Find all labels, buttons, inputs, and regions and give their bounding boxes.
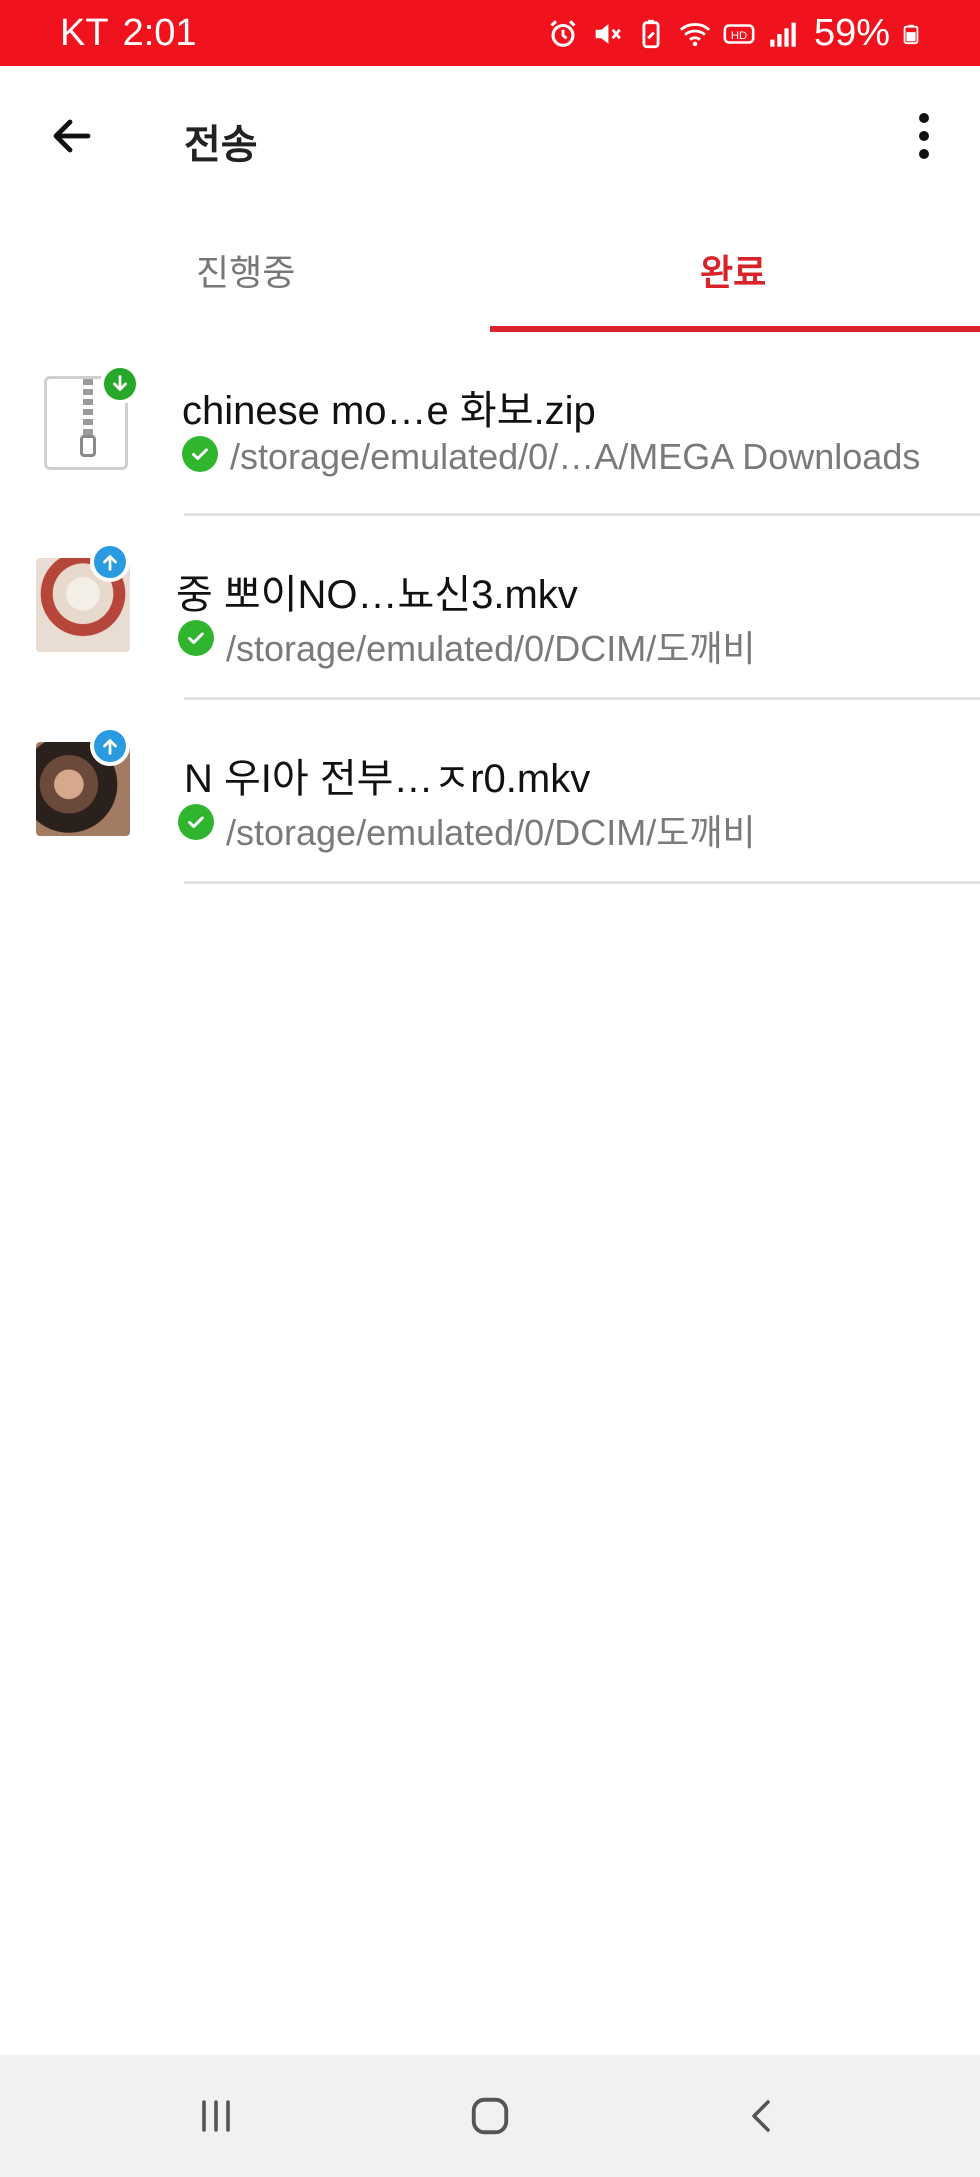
more-options-button[interactable] <box>904 106 944 166</box>
home-button[interactable] <box>450 2081 530 2151</box>
transfer-item[interactable]: 중 뽀이NO…뇨신3.mkv /storage/emulated/0/DCIM/… <box>0 516 980 700</box>
system-nav-bar <box>0 2055 980 2177</box>
home-icon <box>471 2097 509 2135</box>
status-icons: HD 59% <box>546 12 922 55</box>
clock: 2:01 <box>122 12 197 54</box>
file-name: N 우I아 전부…ㅈr0.mkv <box>184 757 591 801</box>
back-icon <box>752 2100 770 2132</box>
recent-apps-icon <box>202 2100 230 2132</box>
file-name: chinese mo…e 화보.zip <box>182 389 596 433</box>
file-name: 중 뽀이NO…뇨신3.mkv <box>176 573 578 617</box>
file-path: /storage/emulated/0/DCIM/도깨비 <box>226 812 756 853</box>
battery-saver-icon <box>642 19 660 48</box>
check-circle-icon <box>182 436 218 472</box>
upload-badge-icon <box>90 726 130 766</box>
wifi-icon <box>679 22 711 46</box>
download-badge-icon <box>100 364 140 404</box>
nav-back-button[interactable] <box>722 2081 802 2151</box>
app-bar: 전송 <box>0 66 980 206</box>
file-path: /storage/emulated/0/…A/MEGA Downloads <box>230 436 921 477</box>
battery-percent: 59% <box>813 12 890 54</box>
back-button[interactable] <box>40 106 104 166</box>
status-bar: KT 2:01 HD 59% <box>0 0 980 66</box>
file-path: /storage/emulated/0/DCIM/도깨비 <box>226 628 756 669</box>
tab-in-progress[interactable]: 진행중 <box>0 206 490 332</box>
hd-voice-icon: HD <box>723 23 755 44</box>
upload-badge-icon <box>90 542 130 582</box>
transfer-list: chinese mo…e 화보.zip /storage/emulated/0/… <box>0 332 980 884</box>
divider <box>184 881 980 884</box>
check-circle-icon <box>178 620 214 656</box>
alarm-icon <box>550 19 576 47</box>
tab-in-progress-label: 진행중 <box>196 252 296 293</box>
carrier-label: KT <box>60 12 109 54</box>
mute-icon <box>595 23 621 44</box>
tab-bar: 진행중 완료 <box>0 206 980 332</box>
tab-completed[interactable]: 완료 <box>490 206 980 332</box>
recent-apps-button[interactable] <box>176 2081 256 2151</box>
more-vertical-icon <box>919 113 929 123</box>
tab-completed-label: 완료 <box>700 252 767 293</box>
page-title: 전송 <box>184 123 258 167</box>
check-circle-icon <box>178 804 214 840</box>
svg-text:HD: HD <box>731 29 747 41</box>
transfer-item[interactable]: N 우I아 전부…ㅈr0.mkv /storage/emulated/0/DCI… <box>0 700 980 884</box>
status-left: KT 2:01 <box>60 12 197 55</box>
battery-icon <box>903 24 919 44</box>
transfer-item[interactable]: chinese mo…e 화보.zip /storage/emulated/0/… <box>0 332 980 516</box>
signal-icon <box>770 22 796 47</box>
arrow-left-icon <box>53 119 91 153</box>
